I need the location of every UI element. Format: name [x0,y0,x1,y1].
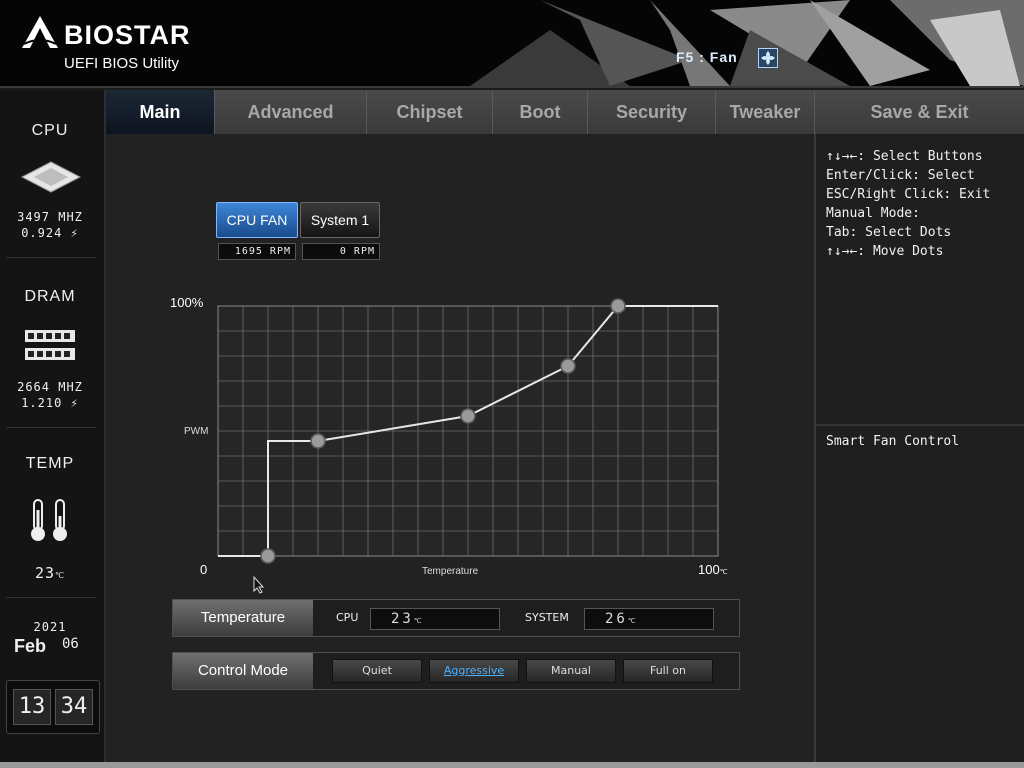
cpu-voltage: 0.924 ⚡ [21,226,79,240]
help-line: ↑↓→←: Select Buttons [826,149,983,164]
mode-quiet-button[interactable]: Quiet [332,659,422,683]
decorative-shards [470,0,1024,86]
tab-tweaker[interactable]: Tweaker [716,90,815,134]
dram-module-icon [25,330,75,360]
control-mode-panel: Control Mode Quiet Aggressive Manual Ful… [172,652,740,690]
clock: 13 34 [6,680,100,734]
divider [816,424,1024,426]
fan-curve-point[interactable] [560,358,576,374]
y-axis-label: PWM [184,426,208,437]
date-year: 2021 [33,620,67,634]
date-day: 06 [62,636,79,652]
divider [6,427,96,428]
divider [6,597,96,598]
cpu-temp-label: CPU [336,611,359,624]
help-panel: ↑↓→←: Select Buttons Enter/Click: Select… [814,134,1024,762]
header-bar: BIOSTAR UEFI BIOS Utility F5 : Fan [0,0,1024,88]
help-line: Manual Mode: [826,206,920,221]
tab-save-exit[interactable]: Save & Exit [815,90,1024,134]
temperature-readout: Temperature CPU 23℃ SYSTEM 26℃ [172,599,740,637]
tab-advanced[interactable]: Advanced [215,90,367,134]
cpu-frequency: 3497 MHZ [17,210,83,224]
x-min-label: 0 [200,562,207,577]
biostar-logo-icon [22,16,58,48]
fan-curve-point[interactable] [310,433,326,449]
mouse-cursor-icon [253,576,265,594]
divider [6,257,96,258]
fan-curve-chart[interactable]: 100% PWM 0 Temperature 100℃ [160,290,750,590]
control-mode-label: Control Mode [173,653,313,689]
bottom-bar [0,762,1024,768]
temperature-value: 23℃ [34,564,66,582]
system1-fan-rpm: 0 RPM [302,243,380,260]
cpu-chip-icon [20,161,82,193]
fan-hotkey-hint: F5 : Fan [676,49,738,65]
cpu-fan-tab[interactable]: CPU FAN [216,202,298,238]
tab-main[interactable]: Main [106,90,215,136]
dram-title: DRAM [24,288,76,305]
x-axis-label: Temperature [422,566,479,577]
tab-boot[interactable]: Boot [493,90,588,134]
tab-security[interactable]: Security [588,90,716,134]
system-temp-label: SYSTEM [525,611,569,624]
brand-subtitle: UEFI BIOS Utility [64,55,180,72]
fan-curve-point[interactable] [460,408,476,424]
dram-frequency: 2664 MHZ [17,380,83,394]
item-description: Smart Fan Control [826,434,960,449]
x-max-label: 100℃ [698,562,728,577]
voltage-icon: ⚡ [70,226,79,240]
system1-fan-tab[interactable]: System 1 [300,202,380,238]
date-month: Feb [14,636,47,656]
cpu-temp-value: 23℃ [370,608,500,630]
help-line: Tab: Select Dots [826,225,952,240]
y-max-label: 100% [170,295,204,310]
fan-curve-point[interactable] [260,548,276,564]
help-line: ESC/Right Click: Exit [826,187,991,202]
tab-chipset[interactable]: Chipset [367,90,493,134]
clock-hour: 13 [13,689,51,725]
thermometer-icon [31,499,67,541]
fan-curve-point[interactable] [610,298,626,314]
mode-aggressive-button[interactable]: Aggressive [429,659,519,683]
system-info-sidebar: CPU 3497 MHZ 0.924 ⚡ DRAM 2664 MHZ 1.210… [0,90,106,762]
fan-icon[interactable] [758,48,778,68]
help-line: Enter/Click: Select [826,168,975,183]
help-line: ↑↓→←: Move Dots [826,244,944,259]
cpu-title: CPU [31,122,69,139]
temperature-label: Temperature [173,600,313,636]
mode-manual-button[interactable]: Manual [526,659,616,683]
dram-voltage: 1.210 ⚡ [21,396,79,410]
temp-title: TEMP [25,455,75,472]
voltage-icon: ⚡ [70,396,79,410]
main-tab-bar: Main Advanced Chipset Boot Security Twea… [106,90,1024,136]
system-temp-value: 26℃ [584,608,714,630]
clock-minute: 34 [55,689,93,725]
mode-full-on-button[interactable]: Full on [623,659,713,683]
cpu-fan-rpm: 1695 RPM [218,243,296,260]
chart-grid [217,305,719,557]
brand-name: BIOSTAR [64,20,191,50]
